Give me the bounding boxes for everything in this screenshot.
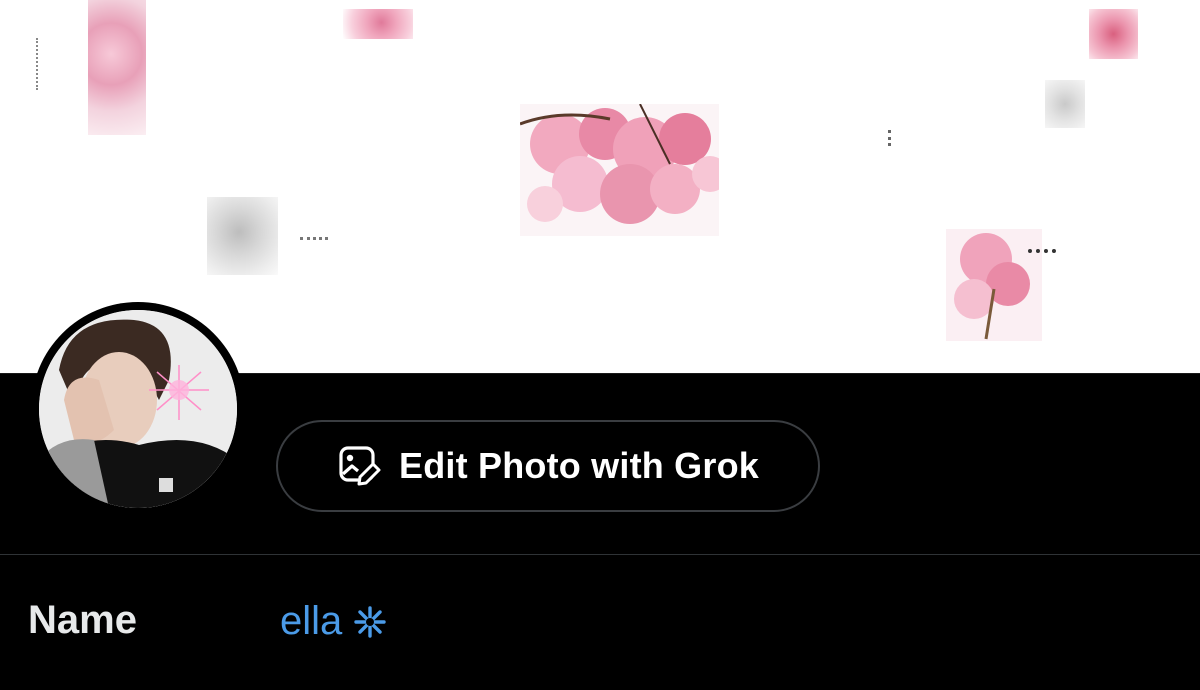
profile-avatar[interactable] [31, 302, 245, 516]
name-input[interactable]: ella [280, 599, 388, 644]
banner-decorative-script [1028, 249, 1056, 265]
banner-decorative-script [36, 38, 44, 90]
edit-photo-with-grok-button[interactable]: Edit Photo with Grok [276, 420, 820, 512]
asterisk-icon [354, 605, 386, 638]
banner-blossom-tile [207, 197, 278, 275]
cherry-blossom-graphic [520, 104, 719, 224]
banner-blossom-tile [88, 0, 146, 135]
avatar-portrait-graphic [39, 310, 237, 508]
name-field-row: Name ella [0, 555, 1200, 690]
banner-decorative-script [888, 130, 895, 146]
name-field-label: Name [28, 598, 137, 642]
cherry-blossom-graphic [954, 233, 1030, 340]
edit-profile-screen: Edit Photo with Grok Name ella [0, 0, 1200, 690]
banner-decorative-script [300, 237, 328, 244]
banner-blossom-tile [1045, 80, 1085, 128]
edit-photo-button-label: Edit Photo with Grok [399, 445, 759, 486]
banner-blossom-tile [343, 9, 413, 39]
image-edit-icon [339, 446, 381, 486]
name-input-value: ella [280, 599, 343, 643]
avatar-photo [39, 310, 237, 508]
banner-blossom-tile [946, 229, 1042, 341]
banner-blossom-tile [1089, 9, 1138, 59]
banner-blossom-tile-large [520, 104, 719, 236]
